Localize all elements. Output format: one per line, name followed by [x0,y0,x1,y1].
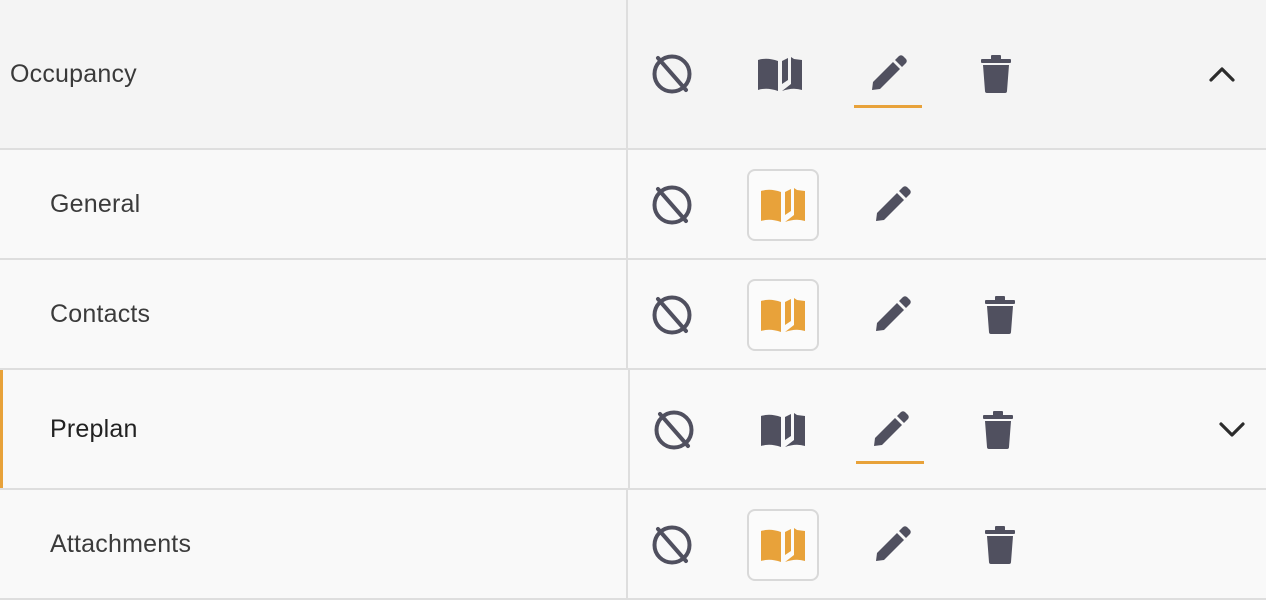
read-button[interactable] [747,169,819,241]
permissions-table: Occupancy General Contacts Preplan Attac… [0,0,1266,600]
item-label-cell: Preplan [0,370,630,488]
trash-icon [985,296,1015,334]
list-item[interactable]: General [0,150,1266,260]
eye-off-icon [652,295,692,335]
edit-active-indicator [856,461,924,464]
trash-icon [985,526,1015,564]
delete-button[interactable] [978,523,1022,567]
book-icon [761,298,805,332]
hide-button[interactable] [648,50,696,98]
delete-button[interactable] [974,52,1018,96]
item-label-cell: Contacts [0,260,628,368]
list-item[interactable]: Attachments [0,490,1266,600]
expand-toggle[interactable] [1212,414,1252,446]
eye-off-icon [652,525,692,565]
read-button[interactable] [747,509,819,581]
trash-icon [983,411,1013,449]
pencil-icon [876,526,911,561]
edit-button[interactable] [862,50,914,98]
edit-button[interactable] [866,521,918,569]
pencil-icon [876,296,911,331]
hide-button[interactable] [648,181,696,229]
collapse-toggle[interactable] [1202,58,1242,90]
pencil-icon [872,55,907,90]
item-label: General [50,189,141,218]
read-button[interactable] [752,50,808,98]
chevron-down-icon [1219,422,1245,437]
item-label: Preplan [50,414,138,443]
item-label-cell: General [0,150,628,258]
edit-active-indicator [854,105,922,108]
list-item[interactable]: Contacts [0,260,1266,370]
edit-button[interactable] [866,291,918,339]
pencil-icon [876,186,911,221]
pencil-icon [874,411,909,446]
trash-icon [981,55,1011,93]
list-item-selected[interactable]: Preplan [0,370,1266,490]
hide-button[interactable] [648,291,696,339]
section-label-cell: Occupancy [0,0,628,148]
section-label: Occupancy [10,59,137,88]
delete-button[interactable] [978,293,1022,337]
section-header-row: Occupancy [0,0,1266,150]
hide-button[interactable] [648,521,696,569]
eye-off-icon [652,54,692,94]
edit-button[interactable] [866,181,918,229]
item-label: Contacts [50,299,151,328]
item-label-cell: Attachments [0,490,628,598]
eye-off-icon [652,185,692,225]
edit-button[interactable] [864,406,916,454]
book-icon [758,57,802,91]
delete-button[interactable] [976,408,1020,452]
read-button[interactable] [755,406,811,454]
book-icon [761,188,805,222]
item-label: Attachments [50,529,192,558]
chevron-up-icon [1209,67,1235,82]
hide-button[interactable] [650,406,698,454]
eye-off-icon [654,410,694,450]
book-icon [761,528,805,562]
book-icon [761,413,805,447]
read-button[interactable] [747,279,819,351]
